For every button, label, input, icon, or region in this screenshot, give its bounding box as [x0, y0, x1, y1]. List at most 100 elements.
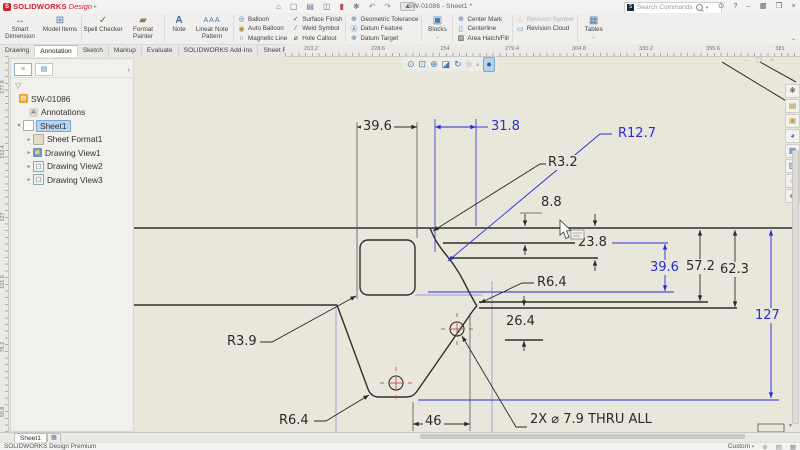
tag-icon[interactable]: ▤	[776, 443, 782, 450]
tree-item-root[interactable]: ▤ SW-01086	[11, 92, 133, 106]
document-window-controls[interactable]: – ❒ ×	[744, 57, 774, 65]
tab-evaluate[interactable]: Evaluate	[142, 45, 179, 57]
ribbon-button-tables[interactable]: ▦ Tables ⌄	[579, 13, 609, 44]
ribbon-button-hole-callout[interactable]: ⌀Hole Callout	[291, 34, 342, 43]
ribbon-button-model-items[interactable]: ⊞ Model Items	[40, 13, 80, 44]
expander-icon[interactable]: ▾	[15, 122, 23, 129]
tree-item-drawing-view2[interactable]: ▸ ▢ Drawing View2	[11, 160, 133, 174]
appearances-icon[interactable]: ◕	[785, 129, 800, 143]
dim-r12-7[interactable]: R12.7	[616, 126, 658, 141]
options-grid-icon[interactable]: ▦	[760, 1, 767, 10]
minimize-icon[interactable]: –	[746, 1, 750, 10]
open-icon[interactable]: ▤	[306, 2, 314, 11]
ribbon-button-balloon[interactable]: ◎Balloon	[237, 15, 287, 24]
rotate-view-icon[interactable]: ↻	[454, 58, 462, 71]
dim-46[interactable]: 46	[423, 414, 444, 429]
ribbon-button-spell-checker[interactable]: ✓ Spell Checker	[83, 13, 123, 44]
doc-close-icon[interactable]: ×	[770, 57, 774, 65]
dim-r3-9[interactable]: R3.9	[225, 334, 259, 349]
ribbon-button-revision-cloud[interactable]: ▭Revision Cloud	[516, 25, 574, 34]
logo-expand-icon[interactable]: ▸	[94, 3, 97, 10]
scale-selector[interactable]: Custom ▾	[728, 443, 754, 450]
vertical-scrollbar[interactable]	[792, 150, 799, 424]
zoom-to-fit-icon[interactable]: ⊙	[407, 58, 415, 71]
ribbon-button-weld-symbol[interactable]: ∕Weld Symbol	[291, 25, 342, 34]
feature-manager-tab[interactable]: ≡	[14, 63, 32, 76]
tables-flyout-icon[interactable]: ⌄	[592, 34, 596, 40]
blocks-flyout-icon[interactable]: ⌄	[435, 34, 439, 40]
units-icon[interactable]: ⊕	[762, 443, 767, 450]
ribbon-button-center-mark[interactable]: ⊕Center Mark	[456, 15, 508, 24]
doc-restore-icon[interactable]: ❒	[756, 57, 762, 65]
ribbon-button-smart-dimension[interactable]: ↔ Smart Dimension ⌄	[0, 13, 40, 44]
tab-annotation[interactable]: Annotation	[35, 45, 78, 57]
new-document-icon[interactable]: ▢	[290, 2, 298, 11]
dim-8-8[interactable]: 8.8	[539, 195, 564, 210]
save-icon[interactable]: ◫	[323, 2, 331, 11]
search-icon[interactable]	[696, 4, 703, 11]
doc-minimize-icon[interactable]: –	[744, 57, 748, 65]
close-icon[interactable]: ×	[791, 1, 795, 10]
tree-item-annotations[interactable]: A Annotations	[11, 106, 133, 120]
expander-icon[interactable]: ▸	[25, 149, 33, 156]
dim-57-2[interactable]: 57.2	[684, 259, 717, 274]
panel-expand-icon[interactable]: ›	[127, 65, 130, 74]
tab-sketch[interactable]: Sketch	[78, 45, 109, 57]
dim-23-8[interactable]: 23.8	[576, 235, 609, 250]
undo-icon[interactable]: ↶	[369, 2, 376, 11]
expander-icon[interactable]: ▸	[25, 176, 33, 183]
print3d-icon[interactable]: ▮	[340, 2, 344, 11]
ribbon-button-linear-note-pattern[interactable]: AAA Linear Note Pattern ⌄	[192, 13, 232, 44]
dim-r3-2[interactable]: R3.2	[546, 155, 580, 170]
redo-icon[interactable]: ↷	[384, 2, 391, 11]
ribbon-button-area-hatch-fill[interactable]: ▨Area Hatch/Fill	[456, 34, 508, 43]
dim-r6-4-bottom[interactable]: R6.4	[277, 413, 311, 428]
dim-39-6-top[interactable]: 39.6	[361, 119, 394, 134]
solidworks-resources-icon[interactable]: ✱	[785, 84, 800, 98]
dim-62-3[interactable]: 62.3	[718, 262, 751, 277]
horizontal-scrollbar[interactable]	[420, 434, 745, 439]
expander-icon[interactable]: ▸	[25, 136, 33, 143]
tree-item-sheet-format1[interactable]: ▸ Sheet Format1	[11, 133, 133, 147]
ribbon-button-auto-balloon[interactable]: ◉Auto Balloon	[237, 25, 287, 34]
tab-solidworks-add-ins[interactable]: SOLIDWORKS Add-Ins	[179, 45, 259, 57]
dim-hole-callout[interactable]: 2X ⌀ 7.9 THRU ALL	[528, 412, 654, 427]
section-view-icon[interactable]: ◪	[442, 58, 451, 71]
ribbon-button-centerline[interactable]: ▯Centerline	[456, 25, 508, 34]
search-dropdown-icon[interactable]: ▾	[706, 5, 709, 11]
search-commands-box[interactable]: S Search Commands ▾	[624, 2, 722, 14]
dim-39-6-right[interactable]: 39.6	[648, 260, 681, 275]
view-orientation-icon[interactable]: ▴	[476, 58, 480, 71]
ribbon-button-magnetic-line[interactable]: ∩Magnetic Line	[237, 34, 287, 43]
tab-markup[interactable]: Markup	[109, 45, 142, 57]
restore-icon[interactable]: ❒	[776, 1, 783, 10]
ribbon-button-blocks[interactable]: ▣ Blocks ⌄	[423, 13, 451, 44]
ribbon-button-geometric-tolerance[interactable]: ⊕Geometric Tolerance	[349, 15, 418, 24]
file-explorer-icon[interactable]: ▣	[785, 114, 800, 128]
tree-filter[interactable]: ▽	[11, 78, 133, 92]
ribbon-button-datum-target[interactable]: ⊗Datum Target	[349, 34, 418, 43]
zoom-in-out-icon[interactable]: ⊕	[430, 58, 438, 71]
expander-icon[interactable]: ▸	[25, 163, 33, 170]
design-library-icon[interactable]: ▤	[785, 99, 800, 113]
ribbon-button-datum-feature[interactable]: ⒶDatum Feature	[349, 25, 418, 34]
dim-26-4[interactable]: 26.4	[504, 314, 537, 329]
property-manager-tab[interactable]: ▤	[35, 63, 53, 76]
home-icon[interactable]: ⌂	[276, 2, 281, 11]
tree-item-drawing-view3[interactable]: ▸ ▢ Drawing View3	[11, 173, 133, 187]
settings-gear-icon[interactable]: ✱	[353, 2, 360, 11]
ribbon-button-format-painter[interactable]: ▰ Format Painter	[123, 13, 163, 44]
ribbon-button-surface-finish[interactable]: ✓Surface Finish	[291, 15, 342, 24]
ribbon-button-note[interactable]: A Note	[166, 13, 192, 44]
zoom-to-area-icon[interactable]: ⊡	[419, 58, 427, 71]
scroll-down-icon[interactable]: ▾	[789, 422, 792, 429]
help-icon[interactable]: ?	[733, 1, 737, 10]
dim-r6-4-right[interactable]: R6.4	[535, 275, 569, 290]
user-icon[interactable]: ⊙	[718, 1, 724, 10]
dim-127[interactable]: 127	[753, 308, 782, 323]
tree-item-drawing-view1[interactable]: ▸ ▣ Drawing View1	[11, 146, 133, 160]
mbd-icon[interactable]: ▦	[790, 443, 796, 450]
pan-icon[interactable]: ◍	[466, 58, 472, 71]
tree-item-sheet1[interactable]: ▾ Sheet1	[11, 119, 133, 133]
display-style-icon[interactable]: ●	[483, 57, 494, 72]
